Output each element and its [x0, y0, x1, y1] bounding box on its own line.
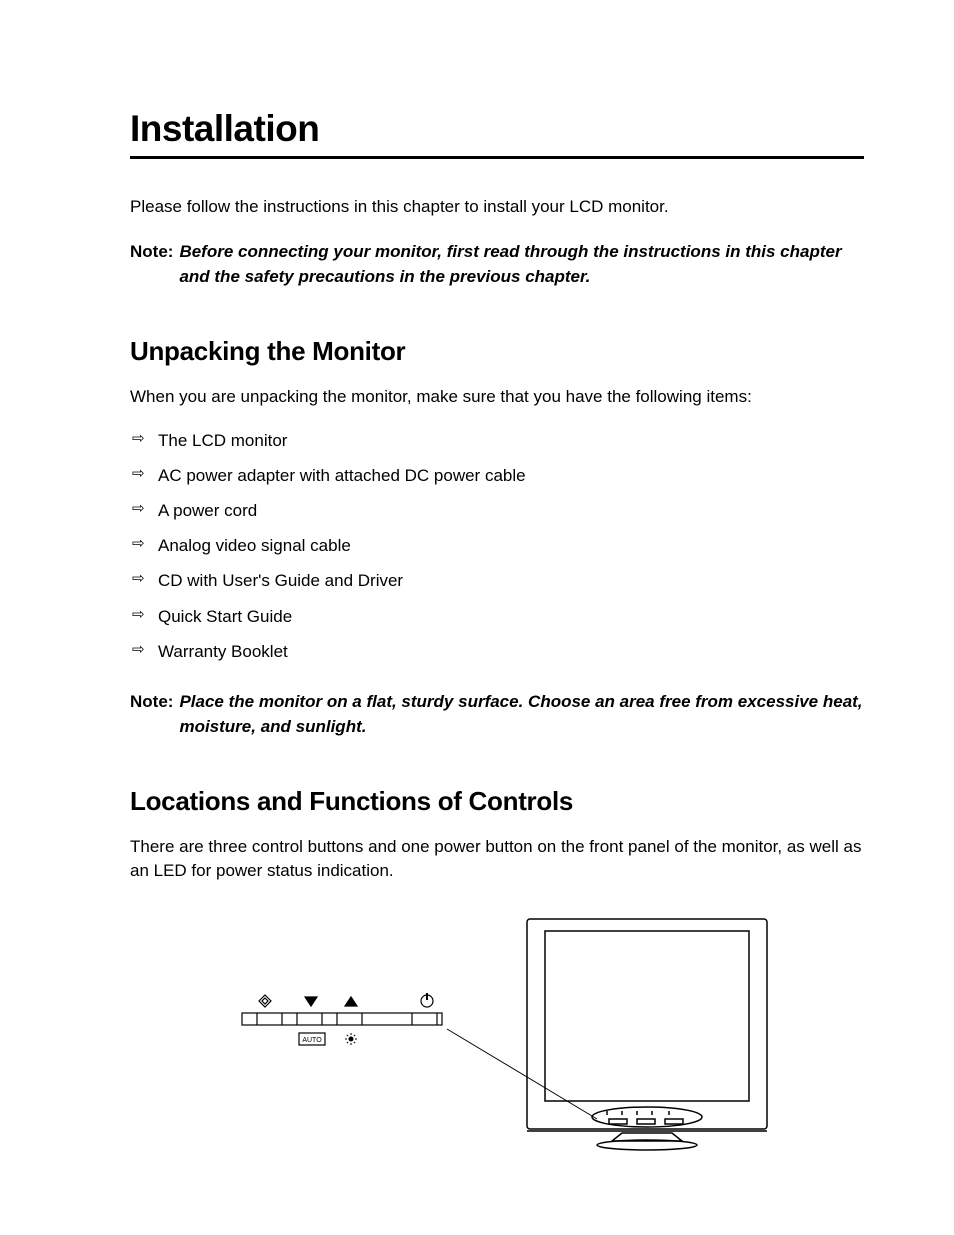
list-item: CD with User's Guide and Driver — [130, 563, 864, 598]
section-lead-controls: There are three control buttons and one … — [130, 835, 864, 883]
monitor-controls-figure: AUTO — [130, 909, 864, 1169]
section-heading-controls: Locations and Functions of Controls — [130, 786, 864, 817]
list-item: A power cord — [130, 493, 864, 528]
section-lead-unpacking: When you are unpacking the monitor, make… — [130, 385, 864, 409]
note-block-1: Note: Before connecting your monitor, fi… — [130, 239, 864, 290]
note-text: Before connecting your monitor, first re… — [179, 239, 864, 290]
note-block-2: Note: Place the monitor on a flat, sturd… — [130, 689, 864, 740]
unpacking-list: The LCD monitor AC power adapter with at… — [130, 423, 864, 669]
intro-text: Please follow the instructions in this c… — [130, 195, 864, 219]
list-item: AC power adapter with attached DC power … — [130, 458, 864, 493]
note-label: Note: — [130, 239, 173, 290]
monitor-icon — [527, 919, 767, 1150]
note-text: Place the monitor on a flat, sturdy surf… — [179, 689, 864, 740]
list-item: Quick Start Guide — [130, 599, 864, 634]
note-label: Note: — [130, 689, 173, 740]
page-title: Installation — [130, 108, 864, 159]
auto-label: AUTO — [302, 1037, 322, 1044]
list-item: The LCD monitor — [130, 423, 864, 458]
list-item: Warranty Booklet — [130, 634, 864, 669]
control-panel-detail-icon: AUTO — [242, 993, 442, 1045]
list-item: Analog video signal cable — [130, 528, 864, 563]
section-heading-unpacking: Unpacking the Monitor — [130, 336, 864, 367]
